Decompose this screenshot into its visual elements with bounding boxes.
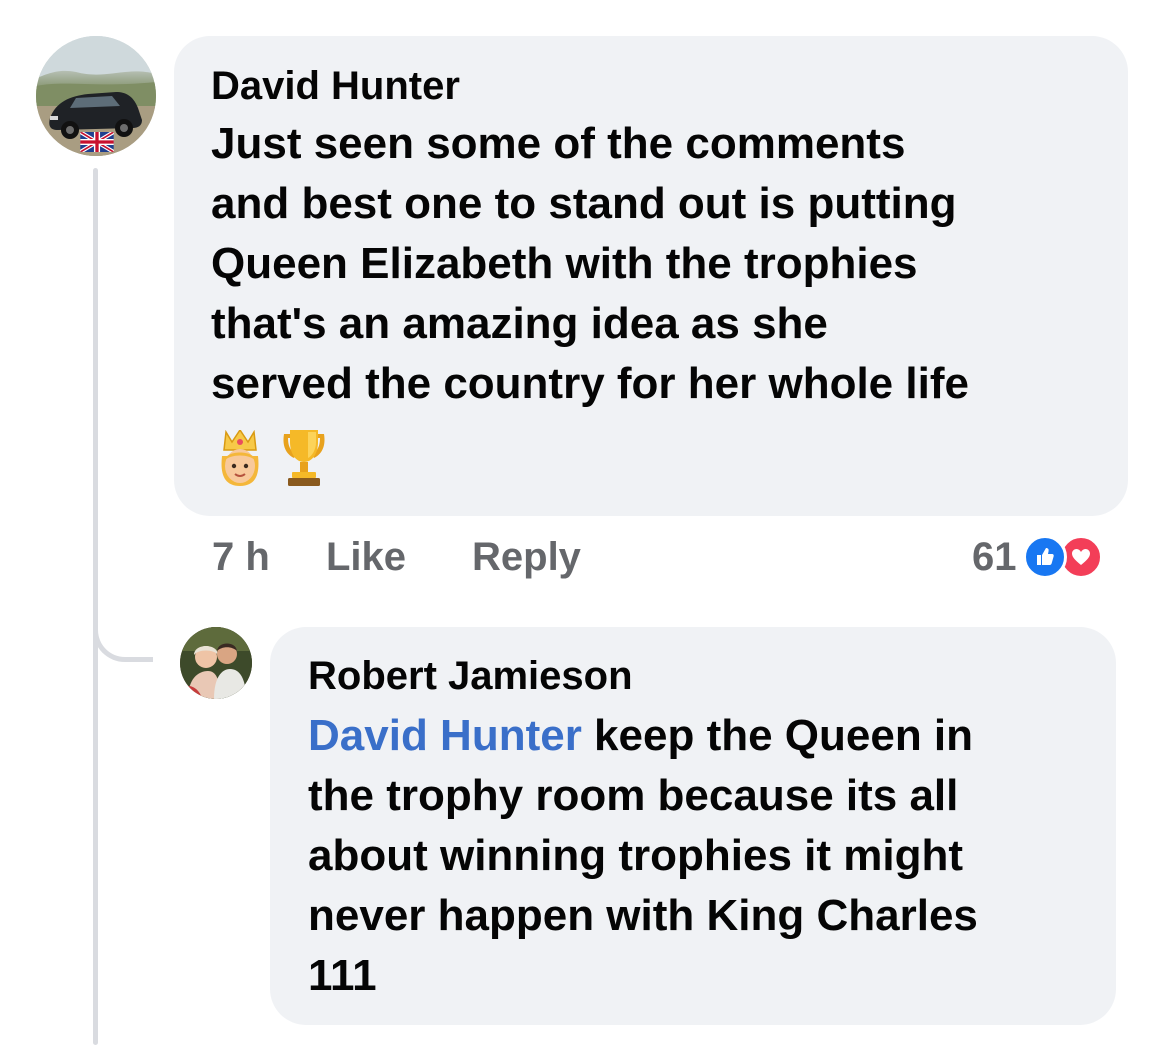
reply-line: about winning trophies it might [308,831,964,880]
comment-thread: David Hunter Just seen some of the comme… [0,0,1170,1045]
trophy-emoji-icon [278,428,330,486]
comment-line: that's an amazing idea as she [211,299,828,348]
comment-body: Just seen some of the comments and best … [211,114,969,414]
reply-body: David Hunter keep the Queen in the troph… [308,706,978,1006]
comment-timestamp[interactable]: 7 h [212,532,270,582]
reply-button[interactable]: Reply [472,532,581,582]
reactions-summary[interactable]: 61 [972,532,1103,582]
mention-link[interactable]: David Hunter [308,711,582,760]
reply-line-text: keep the Queen in [581,711,974,760]
avatar-robert-jamieson[interactable] [180,627,252,699]
couple-photo [180,627,252,699]
like-icon [1022,535,1067,579]
comment-line: and best one to stand out is putting [211,179,957,228]
uk-flag-icon [80,132,114,152]
reply-line: the trophy room because its all [308,771,959,820]
reply-author-name[interactable]: Robert Jamieson [308,652,633,700]
reaction-count: 61 [972,535,1017,579]
reply-line: never happen with King Charles [308,891,978,940]
reply-first-line: David Hunter keep the Queen in [308,706,978,766]
princess-emoji-icon [214,428,266,488]
comment-line: served the country for her whole life [211,359,969,408]
thread-connector-curve [93,600,153,662]
reply-line: 111 [308,951,377,1000]
comment-line: Just seen some of the comments [211,119,906,168]
comment-line: Queen Elizabeth with the trophies [211,239,918,288]
like-button[interactable]: Like [326,532,406,582]
comment-author-name[interactable]: David Hunter [211,62,460,110]
